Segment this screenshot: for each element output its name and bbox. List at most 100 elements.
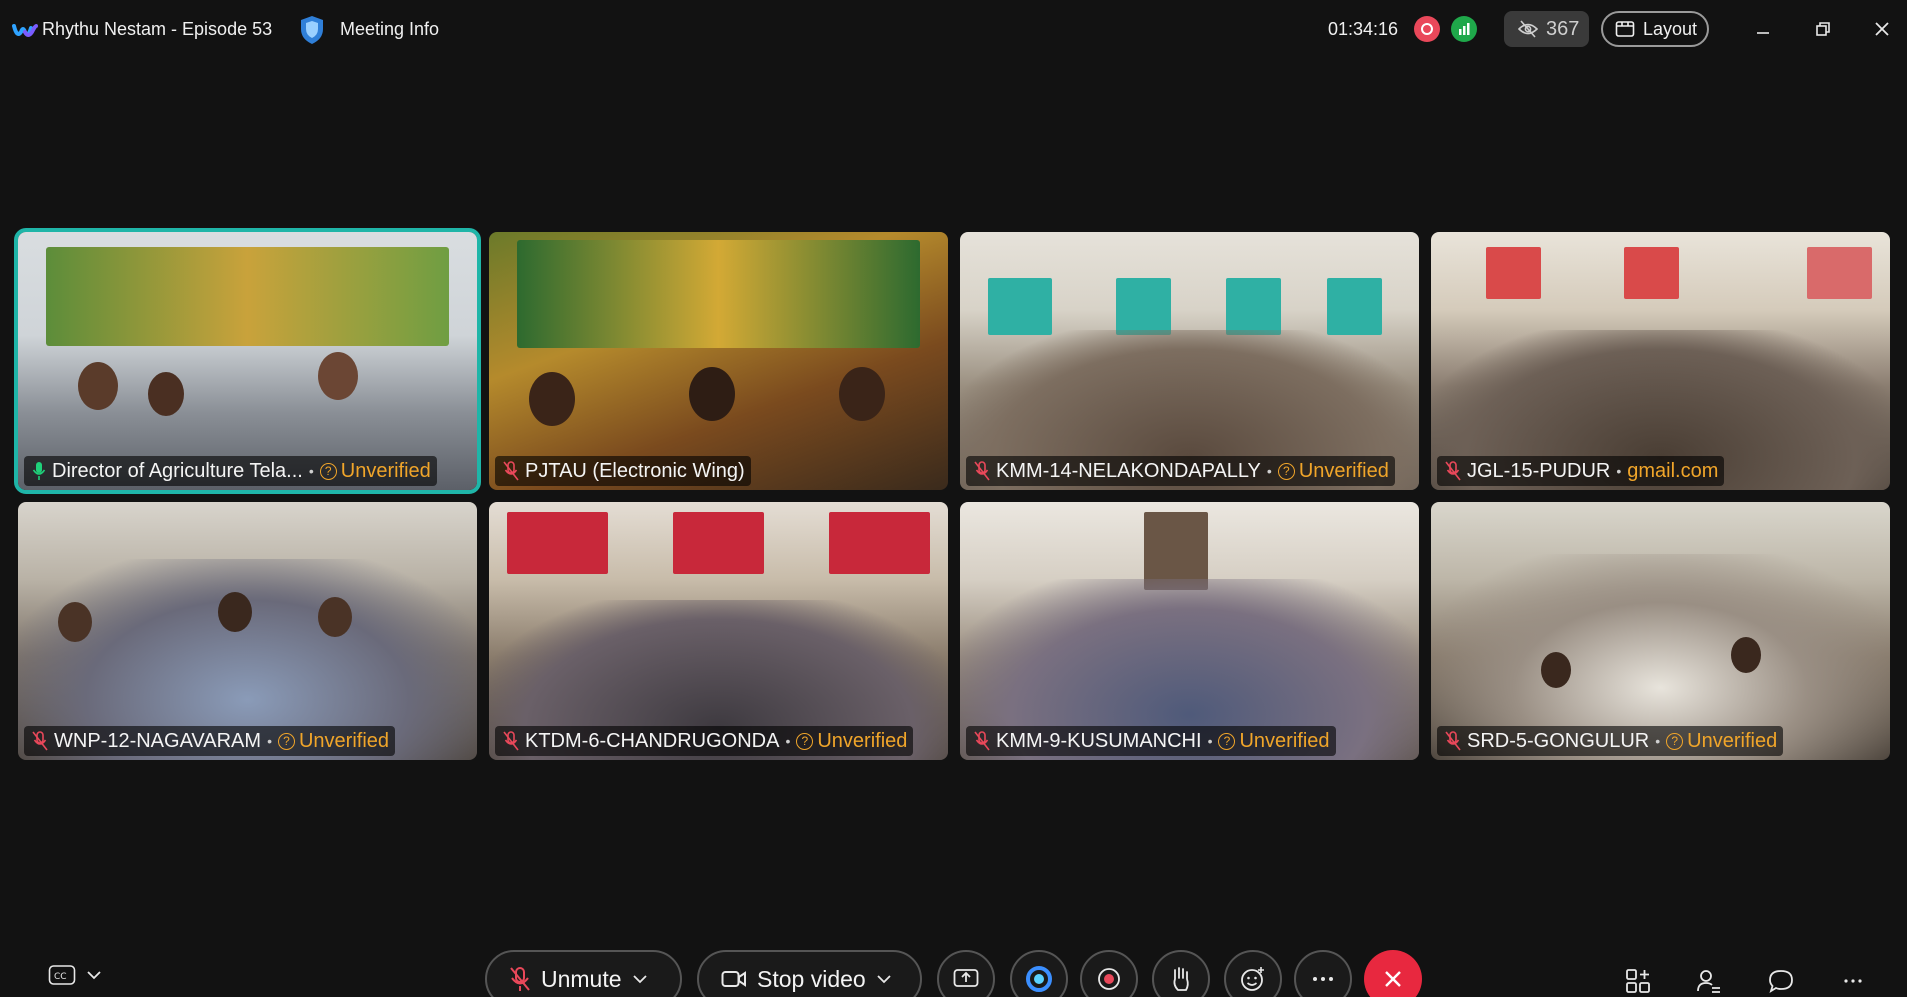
close-window-button[interactable] xyxy=(1867,14,1897,44)
participant-name: KMM-9-KUSUMANCHI xyxy=(996,729,1202,752)
participant-name: PJTAU (Electronic Wing) xyxy=(525,459,745,482)
emoji-icon xyxy=(1241,967,1264,991)
video-camera-icon xyxy=(721,971,746,987)
recording-indicator-icon[interactable] xyxy=(1414,16,1440,42)
question-icon: ? xyxy=(277,732,295,750)
video-tile[interactable]: KTDM-6-CHANDRUGONDA • ? Unverified xyxy=(489,502,948,760)
verification-status: ? Unverified xyxy=(1218,730,1330,753)
microphone-muted-icon xyxy=(510,967,530,991)
restore-button[interactable] xyxy=(1808,14,1838,44)
video-tile[interactable]: WNP-12-NAGAVARAM • ? Unverified xyxy=(18,502,477,760)
video-banner xyxy=(516,239,921,349)
participant-label: SRD-5-GONGULUR • ? Unverified xyxy=(1437,726,1784,756)
microphone-muted-icon xyxy=(974,731,990,751)
unmute-button[interactable]: Unmute xyxy=(485,950,682,997)
chat-icon xyxy=(1769,970,1793,993)
microphone-muted-icon xyxy=(32,731,48,751)
more-options-button[interactable] xyxy=(1294,950,1352,997)
title-bar: Rhythu Nestam - Episode 53 Meeting Info … xyxy=(0,0,1907,62)
video-tile[interactable]: SRD-5-GONGULUR • ? Unverified xyxy=(1431,502,1890,760)
hidden-participants-count: 367 xyxy=(1546,17,1580,40)
chevron-down-icon[interactable] xyxy=(86,970,102,980)
verification-status: ? Unverified xyxy=(796,730,907,753)
verification-status: ? Unverified xyxy=(1666,730,1777,753)
layout-label: Layout xyxy=(1643,18,1698,39)
participant-name: KMM-14-NELAKONDAPALLY xyxy=(996,459,1261,482)
participant-name: KTDM-6-CHANDRUGONDA xyxy=(525,729,780,752)
restore-icon xyxy=(1816,22,1830,36)
close-icon xyxy=(1875,22,1889,36)
video-tile[interactable]: KMM-9-KUSUMANCHI • ? Unverified xyxy=(960,502,1419,760)
stop-video-label: Stop video xyxy=(757,965,866,992)
more-horizontal-icon xyxy=(1313,977,1333,981)
record-button[interactable] xyxy=(1080,950,1138,997)
participant-name: WNP-12-NAGAVARAM xyxy=(54,729,262,752)
share-screen-icon xyxy=(953,969,979,987)
record-icon xyxy=(1098,968,1120,990)
more-horizontal-icon xyxy=(1844,979,1862,983)
closed-captions-icon: CC xyxy=(48,965,76,985)
verification-status: ? Unverified xyxy=(319,460,431,483)
stop-video-button[interactable]: Stop video xyxy=(697,950,922,997)
network-health-icon[interactable] xyxy=(1451,16,1477,42)
eye-off-icon xyxy=(1518,20,1538,38)
apps-grid-icon xyxy=(1626,969,1650,993)
participant-label: JGL-15-PUDUR • gmail.com xyxy=(1437,456,1725,486)
participants-icon xyxy=(1697,970,1720,993)
participant-label: WNP-12-NAGAVARAM • ? Unverified xyxy=(24,726,396,756)
shield-icon[interactable] xyxy=(298,14,326,46)
video-tile[interactable]: KMM-14-NELAKONDAPALLY • ? Unverified xyxy=(960,232,1419,490)
chevron-down-icon[interactable] xyxy=(632,974,648,984)
question-icon: ? xyxy=(1218,732,1236,750)
microphone-icon xyxy=(32,462,46,480)
verification-status: ? Unverified xyxy=(277,730,389,753)
video-tile[interactable]: JGL-15-PUDUR • gmail.com xyxy=(1431,232,1890,490)
svg-text:CC: CC xyxy=(54,972,67,982)
layout-button[interactable]: Layout xyxy=(1601,11,1709,47)
raise-hand-button[interactable] xyxy=(1152,950,1210,997)
verification-status: ? Unverified xyxy=(1277,460,1389,483)
reactions-button[interactable] xyxy=(1224,950,1282,997)
microphone-muted-icon xyxy=(974,461,990,481)
chevron-down-icon[interactable] xyxy=(876,974,892,984)
participant-label: KMM-14-NELAKONDAPALLY • ? Unverified xyxy=(966,456,1395,486)
microphone-muted-icon xyxy=(1445,461,1461,481)
raise-hand-icon xyxy=(1173,967,1189,991)
participant-label: KTDM-6-CHANDRUGONDA • ? Unverified xyxy=(495,726,914,756)
microphone-muted-icon xyxy=(503,731,519,751)
minimize-button[interactable] xyxy=(1748,14,1778,44)
leave-meeting-button[interactable] xyxy=(1364,950,1422,997)
question-icon: ? xyxy=(1277,462,1295,480)
elapsed-time: 01:34:16 xyxy=(1328,19,1399,39)
video-banner xyxy=(45,247,450,346)
participant-label: KMM-9-KUSUMANCHI • ? Unverified xyxy=(966,726,1336,756)
minimize-icon xyxy=(1757,32,1769,34)
participant-name: SRD-5-GONGULUR xyxy=(1467,729,1650,752)
participant-label: Director of Agriculture Tela... • ? Unver… xyxy=(24,456,437,486)
participant-label: PJTAU (Electronic Wing) xyxy=(495,456,751,486)
meeting-title: Rhythu Nestam - Episode 53 xyxy=(42,19,273,39)
question-icon: ? xyxy=(796,732,814,750)
share-screen-button[interactable] xyxy=(937,950,995,997)
participants-button[interactable] xyxy=(1692,964,1726,997)
microphone-muted-icon xyxy=(503,461,519,481)
video-tile-active-speaker[interactable]: Director of Agriculture Tela... • ? Unver… xyxy=(14,228,481,494)
hidden-participants-button[interactable]: 367 xyxy=(1504,11,1589,47)
more-panels-button[interactable] xyxy=(1836,964,1870,997)
webex-logo-icon xyxy=(12,24,38,37)
meeting-info-link[interactable]: Meeting Info xyxy=(340,19,439,40)
video-grid: Director of Agriculture Tela... • ? Unver… xyxy=(14,228,1890,760)
ai-assistant-button[interactable] xyxy=(1010,950,1068,997)
participant-name: Director of Agriculture Tela... xyxy=(52,459,303,482)
chat-button[interactable] xyxy=(1764,964,1798,997)
apps-button[interactable] xyxy=(1621,964,1655,997)
question-icon: ? xyxy=(319,462,337,480)
captions-control[interactable]: CC xyxy=(48,964,102,986)
video-tile[interactable]: PJTAU (Electronic Wing) xyxy=(489,232,948,490)
layout-icon xyxy=(1615,21,1635,37)
verification-status: gmail.com xyxy=(1627,459,1719,482)
ai-assistant-icon xyxy=(1026,966,1052,992)
microphone-muted-icon xyxy=(1445,731,1461,751)
unmute-label: Unmute xyxy=(541,965,622,992)
participant-name: JGL-15-PUDUR xyxy=(1467,459,1611,482)
